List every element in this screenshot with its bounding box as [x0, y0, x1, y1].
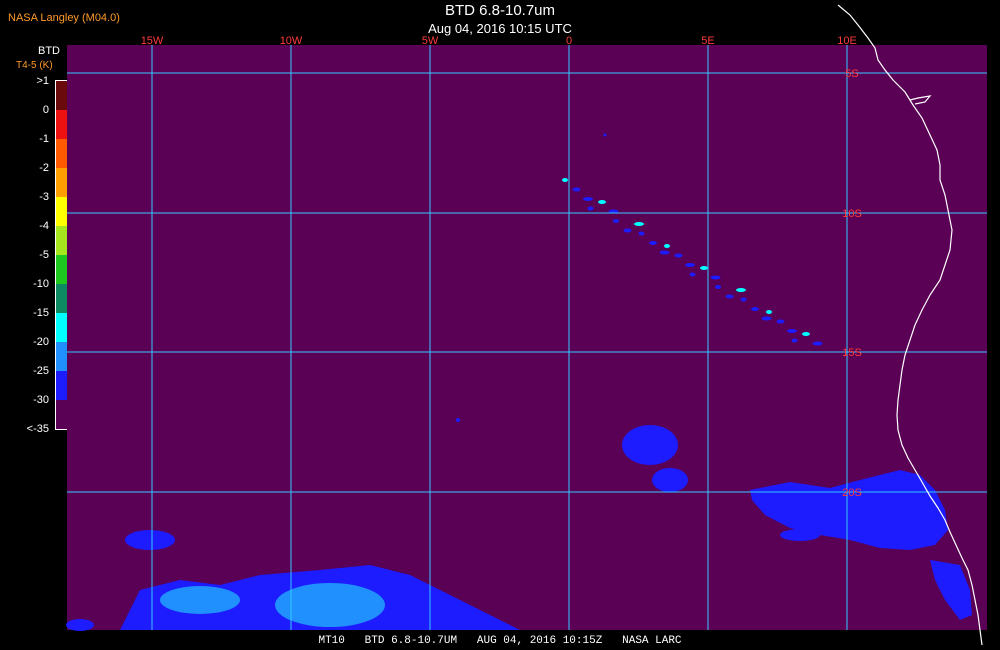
btd-patch	[634, 222, 644, 226]
longitude-label: 10E	[837, 35, 857, 47]
btd-patch	[66, 619, 94, 631]
btd-patch	[776, 319, 785, 324]
btd-patch	[736, 288, 746, 292]
btd-patch	[689, 272, 696, 277]
longitude-label: 5W	[422, 35, 439, 47]
longitude-label: 5E	[701, 35, 714, 47]
btd-patch	[674, 253, 683, 258]
btd-patch	[766, 310, 772, 314]
latitude-label: 20S	[842, 487, 862, 499]
btd-patch	[780, 529, 820, 541]
latitude-label: 10S	[842, 208, 862, 220]
btd-patch	[812, 341, 823, 346]
btd-patch	[791, 338, 798, 343]
longitude-label: 15W	[141, 35, 164, 47]
btd-patch	[802, 332, 810, 336]
btd-patch	[710, 275, 721, 280]
btd-patch	[659, 250, 670, 255]
btd-patch	[598, 200, 606, 204]
btd-patch	[587, 206, 594, 211]
btd-patch	[685, 263, 695, 267]
btd-patch	[787, 329, 797, 333]
latitude-label: 5S	[845, 68, 858, 80]
btd-patch	[725, 294, 734, 299]
btd-patch	[700, 266, 708, 270]
btd-patch	[715, 285, 721, 289]
btd-patch	[649, 241, 657, 245]
btd-patch	[562, 178, 568, 182]
btd-patch	[751, 307, 759, 311]
btd-patch	[583, 197, 593, 201]
btd-patch	[125, 530, 175, 550]
btd-patch	[740, 297, 747, 302]
btd-patch	[572, 187, 581, 192]
btd-patch	[761, 316, 772, 321]
latitude-label: 15S	[842, 347, 862, 359]
btd-patch	[603, 133, 607, 137]
map-background	[67, 45, 987, 630]
btd-patch	[160, 586, 240, 614]
btd-patch	[638, 231, 645, 236]
satellite-map: 15W 10W 5W 0 5E 10E 5S 10S 15S 20S	[66, 4, 987, 646]
longitude-label: 10W	[280, 35, 303, 47]
longitude-label: 0	[566, 35, 572, 47]
btd-patch	[652, 468, 688, 492]
btd-patch	[664, 244, 670, 248]
btd-patch	[456, 418, 460, 422]
btd-patch	[622, 425, 678, 465]
footer-caption: MT10 BTD 6.8-10.7UM AUG 04, 2016 10:15Z …	[318, 635, 682, 647]
btd-patch	[623, 228, 632, 233]
btd-patch	[613, 219, 619, 223]
